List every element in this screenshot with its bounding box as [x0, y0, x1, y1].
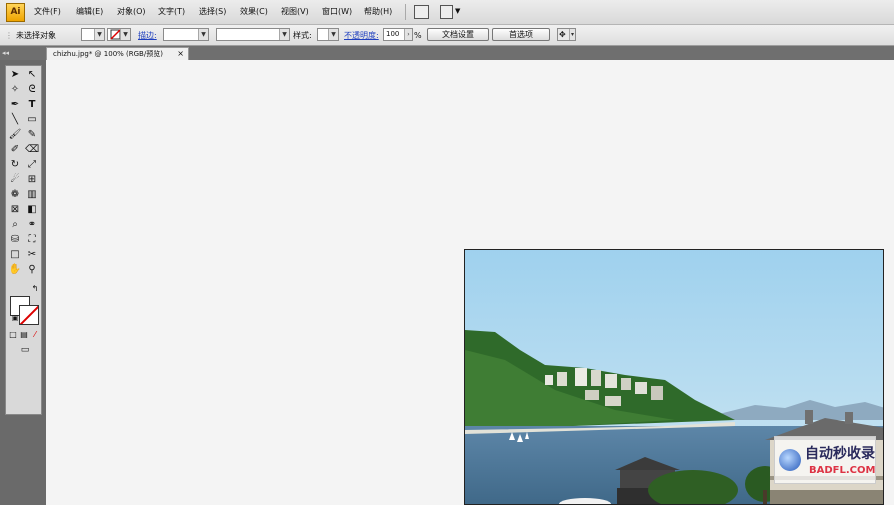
selection-status: 未选择对象: [16, 31, 56, 40]
eraser-tool-icon[interactable]: ⌫: [25, 143, 39, 156]
close-icon[interactable]: ×: [177, 48, 184, 60]
document-setup-button[interactable]: 文档设置: [427, 28, 489, 41]
watermark-logo-icon: [779, 449, 801, 471]
magic-wand-tool-icon[interactable]: ✧: [8, 83, 22, 96]
stroke-swatch[interactable]: [19, 305, 39, 325]
symbol-sprayer-tool-icon[interactable]: ❁: [8, 188, 22, 201]
pen-tool-icon[interactable]: ✒: [8, 98, 22, 111]
chevron-down-icon: ▾: [569, 29, 575, 40]
scale-tool-icon[interactable]: ⤢: [25, 158, 39, 171]
chevron-down-icon: ▼: [328, 29, 338, 40]
watermark-text: 自动秒收录: [805, 446, 875, 462]
stroke-color-dropdown[interactable]: ▼: [107, 28, 131, 41]
opacity-unit: %: [414, 31, 422, 40]
menu-file[interactable]: 文件(F): [34, 6, 61, 17]
opacity-link[interactable]: 不透明度:: [344, 29, 379, 42]
watermark: 自动秒收录 BADFL.COM: [774, 436, 876, 484]
default-colors-icon[interactable]: ▣: [8, 312, 22, 325]
paintbrush-tool-icon[interactable]: 🖌: [8, 128, 22, 141]
style-dropdown[interactable]: ▼: [317, 28, 339, 41]
blend-tool-icon[interactable]: ⚭: [25, 218, 39, 231]
menu-help[interactable]: 帮助(H): [364, 6, 392, 17]
direct-selection-tool-icon[interactable]: ↖: [25, 68, 39, 81]
pointer-icon: ✥: [559, 30, 566, 39]
lasso-tool-icon[interactable]: ᘓ: [25, 83, 39, 96]
zoom-tool-icon[interactable]: ⚲: [25, 263, 39, 276]
column-graph-tool-icon[interactable]: ▥: [25, 188, 39, 201]
stroke-weight-dropdown[interactable]: ▼: [163, 28, 209, 41]
arrange-dropdown[interactable]: ✥ ▾: [557, 28, 576, 41]
selection-tool-icon[interactable]: ➤: [8, 68, 22, 81]
control-bar: ⋮ 未选择对象 ▼ ▼ 描边: ▼ ▼ 样式: ▼ 不透明度: 100 › % 文…: [0, 25, 894, 46]
rotate-tool-icon[interactable]: ↻: [8, 158, 22, 171]
preferences-button[interactable]: 首选项: [492, 28, 550, 41]
live-paint-selection-tool-icon[interactable]: ⛶: [25, 233, 39, 246]
screen-mode-icon[interactable]: ▭: [16, 344, 34, 357]
document-tab-title: chizhu.jpg* @ 100% (RGB/预览): [53, 50, 163, 58]
menu-bar: Ai 文件(F) 编辑(E) 对象(O) 文字(T) 选择(S) 效果(C) 视…: [0, 0, 894, 25]
arrange-documents-icon[interactable]: [440, 5, 453, 19]
collapse-panel-icon[interactable]: ◂◂: [2, 46, 9, 60]
menu-edit[interactable]: 编辑(E): [76, 6, 103, 17]
menu-window[interactable]: 窗口(W): [322, 6, 352, 17]
mesh-tool-icon[interactable]: ⊠: [8, 203, 22, 216]
menu-effect[interactable]: 效果(C): [240, 6, 268, 17]
tools-grid: ➤ ↖ ✧ ᘓ ✒ T ╲ ▭ 🖌 ✎ ✐ ⌫ ↻ ⤢ ☄ ⊞ ❁ ▥ ⊠ ◧ …: [5, 65, 42, 415]
pencil-tool-icon[interactable]: ✎: [25, 128, 39, 141]
document-tab-strip: ◂◂ chizhu.jpg* @ 100% (RGB/预览) ×: [0, 46, 894, 60]
chevron-down-icon: ▼: [94, 29, 104, 40]
chevron-right-icon[interactable]: ›: [404, 29, 412, 40]
line-tool-icon[interactable]: ╲: [8, 113, 22, 126]
menu-select[interactable]: 选择(S): [199, 6, 226, 17]
artboard-tool-icon[interactable]: □: [8, 248, 22, 261]
chevron-down-icon: ▼: [198, 29, 208, 40]
app-logo-icon: Ai: [6, 3, 25, 22]
free-transform-tool-icon[interactable]: ⊞: [25, 173, 39, 186]
chevron-down-icon: ▼: [279, 29, 289, 40]
watermark-site: BADFL.COM: [809, 465, 876, 476]
eyedropper-tool-icon[interactable]: ⌕: [8, 218, 22, 231]
none-mode-icon[interactable]: ⁄: [28, 328, 42, 341]
menu-separator: [405, 4, 406, 20]
chevron-down-icon[interactable]: ▼: [455, 7, 460, 15]
bridge-icon[interactable]: [414, 5, 429, 19]
opacity-input[interactable]: 100 ›: [383, 28, 413, 41]
document-tab[interactable]: chizhu.jpg* @ 100% (RGB/预览) ×: [46, 47, 189, 60]
stroke-link[interactable]: 描边:: [138, 29, 157, 42]
opacity-value: 100: [386, 30, 400, 38]
brush-dropdown[interactable]: ▼: [216, 28, 290, 41]
live-paint-bucket-tool-icon[interactable]: ⛁: [8, 233, 22, 246]
blob-brush-tool-icon[interactable]: ✐: [8, 143, 22, 156]
menu-view[interactable]: 视图(V): [281, 6, 309, 17]
warp-tool-icon[interactable]: ☄: [8, 173, 22, 186]
chevron-down-icon: ▼: [120, 29, 130, 40]
type-tool-icon[interactable]: T: [25, 98, 39, 111]
grip-icon: ⋮: [5, 31, 13, 40]
gradient-tool-icon[interactable]: ◧: [25, 203, 39, 216]
hand-tool-icon[interactable]: ✋: [8, 263, 22, 276]
swap-colors-icon[interactable]: ↰: [28, 282, 42, 295]
menu-type[interactable]: 文字(T): [158, 6, 185, 17]
menu-object[interactable]: 对象(O): [117, 6, 146, 17]
fill-color-dropdown[interactable]: ▼: [81, 28, 105, 41]
style-label: 样式:: [293, 31, 312, 40]
rectangle-tool-icon[interactable]: ▭: [25, 113, 39, 126]
tools-panel: ➤ ↖ ✧ ᘓ ✒ T ╲ ▭ 🖌 ✎ ✐ ⌫ ↻ ⤢ ☄ ⊞ ❁ ▥ ⊠ ◧ …: [0, 60, 46, 505]
slice-tool-icon[interactable]: ✂: [25, 248, 39, 261]
